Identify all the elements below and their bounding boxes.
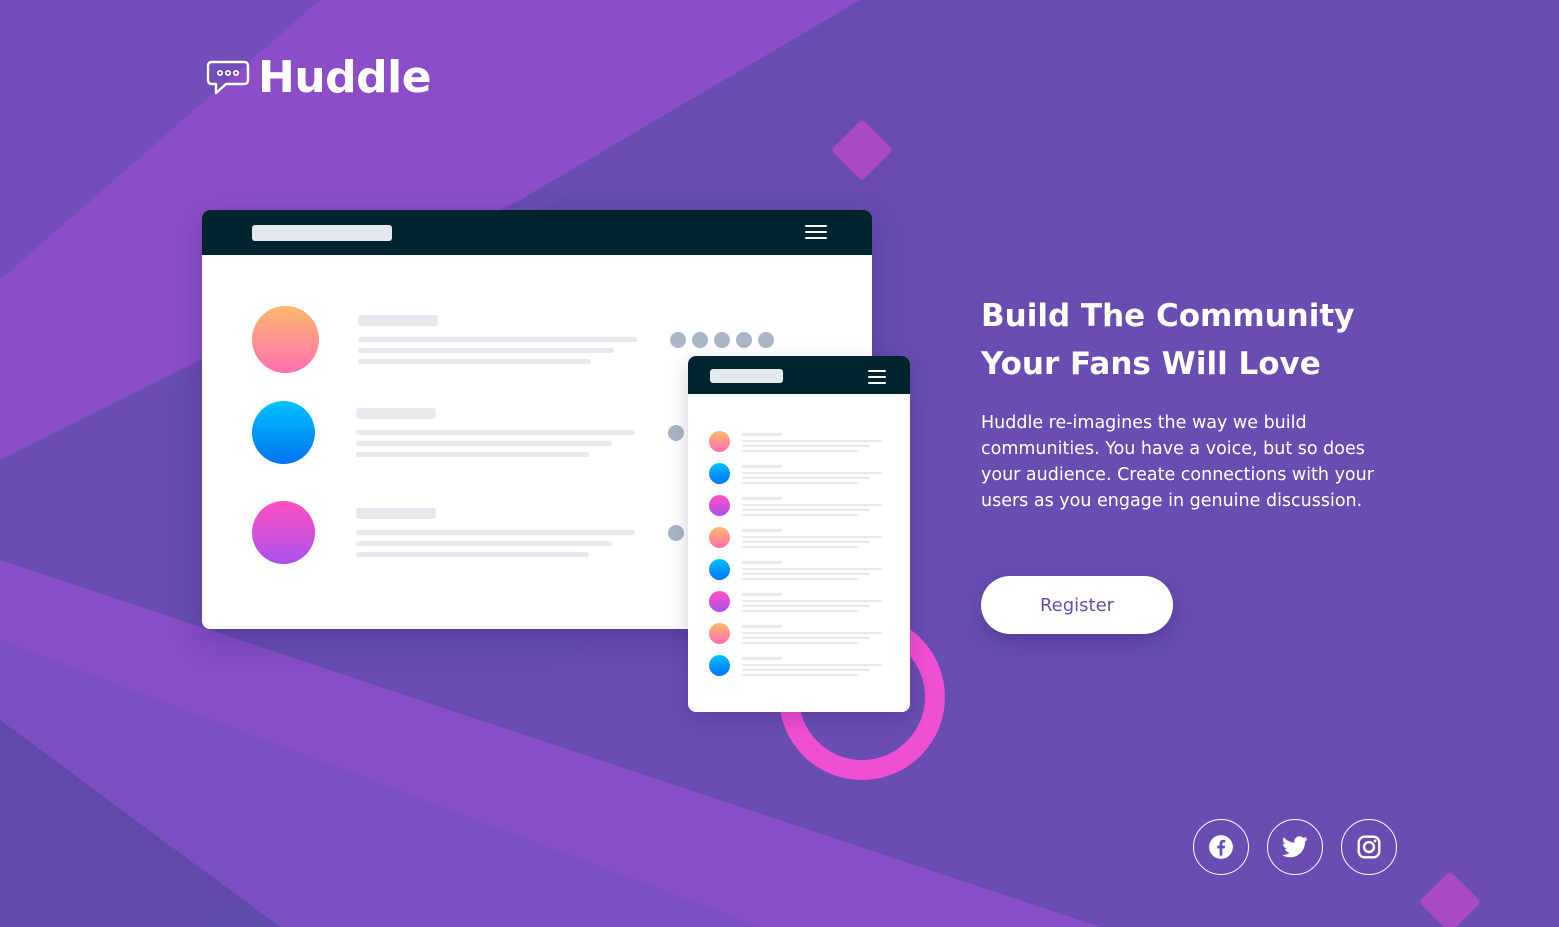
hamburger-icon (868, 370, 886, 388)
text-placeholder (358, 348, 614, 353)
text-placeholder (356, 530, 635, 535)
dot-placeholder (668, 425, 684, 441)
avatar-placeholder (709, 495, 730, 516)
dot-placeholder (736, 332, 752, 348)
text-placeholder (742, 664, 882, 666)
text-placeholder (742, 593, 782, 596)
twitter-icon (1282, 836, 1308, 858)
text-placeholder (742, 674, 858, 676)
text-placeholder (742, 657, 782, 660)
text-placeholder (356, 408, 436, 419)
hero-title-line2: Your Fans Will Love (981, 346, 1321, 382)
text-placeholder (742, 546, 858, 548)
hero-title: Build The Community Your Fans Will Love (981, 292, 1381, 388)
dot-placeholder (714, 332, 730, 348)
hero-title-line1: Build The Community (981, 298, 1355, 334)
text-placeholder (356, 508, 436, 519)
text-placeholder (742, 573, 870, 575)
avatar-placeholder (709, 463, 730, 484)
text-placeholder (742, 445, 870, 447)
text-placeholder (742, 561, 782, 564)
text-placeholder (742, 578, 858, 580)
avatar-placeholder (709, 431, 730, 452)
chat-bubble-icon (206, 60, 250, 94)
text-placeholder (742, 600, 882, 602)
hamburger-icon (805, 225, 827, 243)
text-placeholder (742, 642, 858, 644)
mockup-title-placeholder (710, 369, 783, 383)
text-placeholder (356, 430, 635, 435)
brand-name: Huddle (258, 52, 432, 103)
text-placeholder (358, 359, 591, 364)
avatar-placeholder (252, 401, 315, 464)
text-placeholder (742, 504, 882, 506)
text-placeholder (742, 541, 870, 543)
instagram-link[interactable] (1341, 819, 1397, 875)
text-placeholder (742, 450, 858, 452)
text-placeholder (356, 452, 589, 457)
text-placeholder (742, 482, 858, 484)
text-placeholder (358, 315, 438, 326)
facebook-icon (1209, 835, 1233, 859)
text-placeholder (742, 669, 870, 671)
avatar-placeholder (709, 591, 730, 612)
hero-description: Huddle re-imagines the way we build comm… (981, 413, 1374, 511)
avatar-placeholder (709, 527, 730, 548)
text-placeholder (742, 514, 858, 516)
avatar-placeholder (709, 623, 730, 644)
text-placeholder (358, 337, 637, 342)
text-placeholder (742, 433, 782, 436)
avatar-placeholder (709, 559, 730, 580)
text-placeholder (742, 472, 882, 474)
text-placeholder (742, 440, 882, 442)
text-placeholder (356, 552, 589, 557)
text-placeholder (356, 441, 612, 446)
mobile-mockup-illustration (688, 356, 910, 712)
dot-placeholder (670, 332, 686, 348)
text-placeholder (742, 610, 858, 612)
instagram-icon (1357, 835, 1381, 859)
diamond-shape-bottom (1420, 872, 1480, 927)
text-placeholder (742, 509, 870, 511)
text-placeholder (742, 477, 870, 479)
dot-placeholder (692, 332, 708, 348)
hero-content: Build The Community Your Fans Will Love … (981, 292, 1381, 514)
mockup-top-bar (688, 356, 910, 394)
text-placeholder (742, 605, 870, 607)
text-placeholder (742, 568, 882, 570)
facebook-link[interactable] (1193, 819, 1249, 875)
text-placeholder (742, 536, 882, 538)
text-placeholder (742, 529, 782, 532)
mockup-title-placeholder (252, 225, 392, 241)
avatar-placeholder (252, 306, 319, 373)
text-placeholder (742, 637, 870, 639)
avatar-placeholder (252, 501, 315, 564)
text-placeholder (742, 465, 782, 468)
text-placeholder (742, 625, 782, 628)
brand-logo[interactable]: Huddle (206, 52, 432, 103)
text-placeholder (356, 541, 612, 546)
dot-placeholder (758, 332, 774, 348)
register-button[interactable]: Register (981, 576, 1173, 634)
twitter-link[interactable] (1267, 819, 1323, 875)
text-placeholder (742, 632, 882, 634)
avatar-placeholder (709, 655, 730, 676)
dot-placeholder (668, 525, 684, 541)
mockup-top-bar (202, 210, 872, 255)
text-placeholder (742, 497, 782, 500)
